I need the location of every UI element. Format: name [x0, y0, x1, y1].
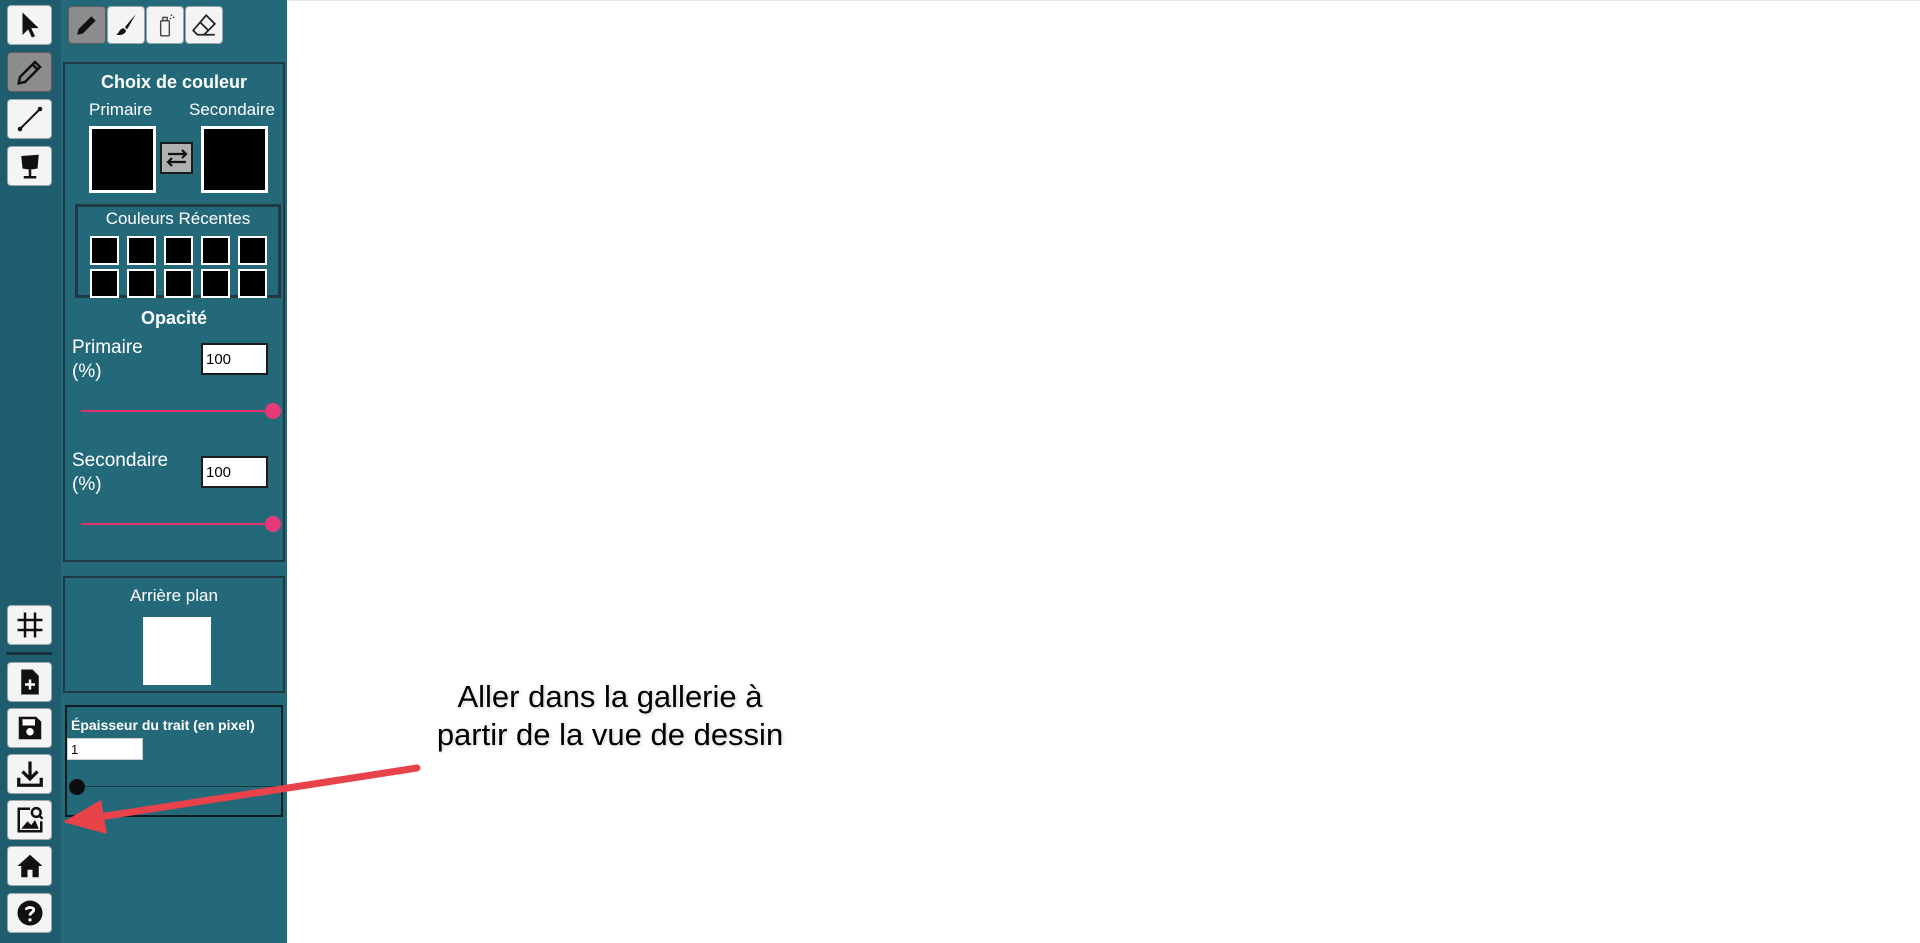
- recent-colors-title: Couleurs Récentes: [105, 209, 251, 228]
- stroke-width-input[interactable]: [67, 738, 143, 760]
- background-panel: Arrière plan: [63, 576, 285, 693]
- line-tool-button[interactable]: [7, 99, 52, 139]
- primary-opacity-label: Primaire (%): [72, 336, 143, 384]
- drawing-canvas[interactable]: [287, 0, 1920, 943]
- background-title: Arrière plan: [130, 586, 218, 605]
- primary-opacity-slider[interactable]: [81, 401, 281, 421]
- secondary-color-swatch[interactable]: [201, 126, 268, 193]
- help-button[interactable]: [7, 893, 52, 933]
- opacity-title: Opacité: [140, 308, 208, 328]
- cursor-arrow-icon: [22, 12, 39, 38]
- recent-color-swatch[interactable]: [164, 236, 193, 265]
- save-icon: [18, 716, 41, 740]
- secondary-opacity-label-text: Secondaire: [72, 450, 169, 471]
- grid-button[interactable]: [7, 605, 52, 645]
- download-button[interactable]: [7, 754, 52, 794]
- primary-opacity-unit: (%): [72, 361, 102, 382]
- recent-colors-box: Couleurs Récentes: [75, 204, 281, 298]
- pencil-tool-button[interactable]: [7, 52, 52, 92]
- recent-color-swatch[interactable]: [90, 269, 119, 298]
- recent-color-swatch[interactable]: [238, 236, 267, 265]
- primary-color-swatch[interactable]: [89, 126, 156, 193]
- eraser-icon: [191, 13, 217, 36]
- primary-opacity-label-text: Primaire: [72, 337, 143, 358]
- recent-color-swatch[interactable]: [201, 236, 230, 265]
- recent-color-swatch[interactable]: [201, 269, 230, 298]
- primary-opacity-input[interactable]: [201, 343, 268, 375]
- recent-color-swatch[interactable]: [238, 269, 267, 298]
- home-button[interactable]: [7, 846, 52, 886]
- home-icon: [17, 854, 42, 878]
- gallery-search-icon: [17, 806, 43, 833]
- pencil-icon: [77, 16, 96, 35]
- paint-bucket-icon: [20, 154, 39, 179]
- stamp-tool-button[interactable]: [7, 146, 52, 186]
- toolbar-separator: [6, 652, 52, 655]
- stroke-width-title: Épaisseur du trait (en pixel): [71, 717, 255, 733]
- new-file-icon: [20, 669, 39, 695]
- annotation-line-1: Aller dans la gallerie à: [457, 679, 763, 714]
- slider-thumb[interactable]: [265, 516, 281, 532]
- download-icon: [16, 761, 43, 787]
- sub-tool-brush-button[interactable]: [107, 6, 145, 44]
- sub-tool-spray-button[interactable]: [146, 6, 184, 44]
- secondary-opacity-input[interactable]: [201, 456, 268, 488]
- select-tool-button[interactable]: [7, 5, 52, 45]
- recent-color-swatch[interactable]: [127, 236, 156, 265]
- secondary-opacity-slider[interactable]: [81, 514, 281, 534]
- color-panel-title: Choix de couleur: [100, 72, 248, 92]
- recent-color-swatch[interactable]: [127, 269, 156, 298]
- background-color-swatch[interactable]: [143, 617, 211, 685]
- pencil-icon: [16, 60, 42, 85]
- annotation-callout: Aller dans la gallerie à partir de la vu…: [420, 678, 800, 754]
- primary-color-label: Primaire: [89, 100, 153, 119]
- save-button[interactable]: [7, 708, 52, 748]
- sub-tool-eraser-button[interactable]: [185, 6, 223, 44]
- slider-track: [77, 786, 275, 787]
- annotation-line-2: partir de la vue de dessin: [436, 717, 784, 752]
- slider-thumb[interactable]: [69, 779, 85, 795]
- secondary-opacity-unit: (%): [72, 474, 102, 495]
- recent-color-swatch[interactable]: [90, 236, 119, 265]
- spray-can-icon: [159, 14, 175, 37]
- secondary-opacity-label: Secondaire (%): [72, 449, 168, 497]
- gallery-button[interactable]: [7, 800, 52, 840]
- help-icon: [17, 900, 42, 926]
- new-file-button[interactable]: [7, 662, 52, 702]
- secondary-color-label: Secondaire: [189, 100, 276, 119]
- swap-colors-button[interactable]: [160, 142, 193, 174]
- color-panel: Choix de couleur Primaire Secondaire Cou…: [63, 62, 285, 562]
- stroke-width-slider[interactable]: [67, 777, 281, 797]
- slider-thumb[interactable]: [265, 403, 281, 419]
- left-toolbar: [0, 0, 61, 943]
- slider-track: [81, 523, 271, 525]
- drawing-app: Choix de couleur Primaire Secondaire Cou…: [0, 0, 1920, 943]
- tool-options-panel: Choix de couleur Primaire Secondaire Cou…: [61, 0, 287, 943]
- sub-tool-pencil-button[interactable]: [68, 6, 106, 44]
- stroke-width-panel: Épaisseur du trait (en pixel): [65, 705, 283, 817]
- line-icon: [17, 106, 42, 132]
- grid-icon: [17, 612, 42, 638]
- recent-color-swatch[interactable]: [164, 269, 193, 298]
- slider-track: [81, 410, 271, 412]
- recent-colors-grid: [90, 236, 267, 298]
- swap-arrows-icon: [165, 149, 188, 167]
- brush-icon: [116, 14, 136, 36]
